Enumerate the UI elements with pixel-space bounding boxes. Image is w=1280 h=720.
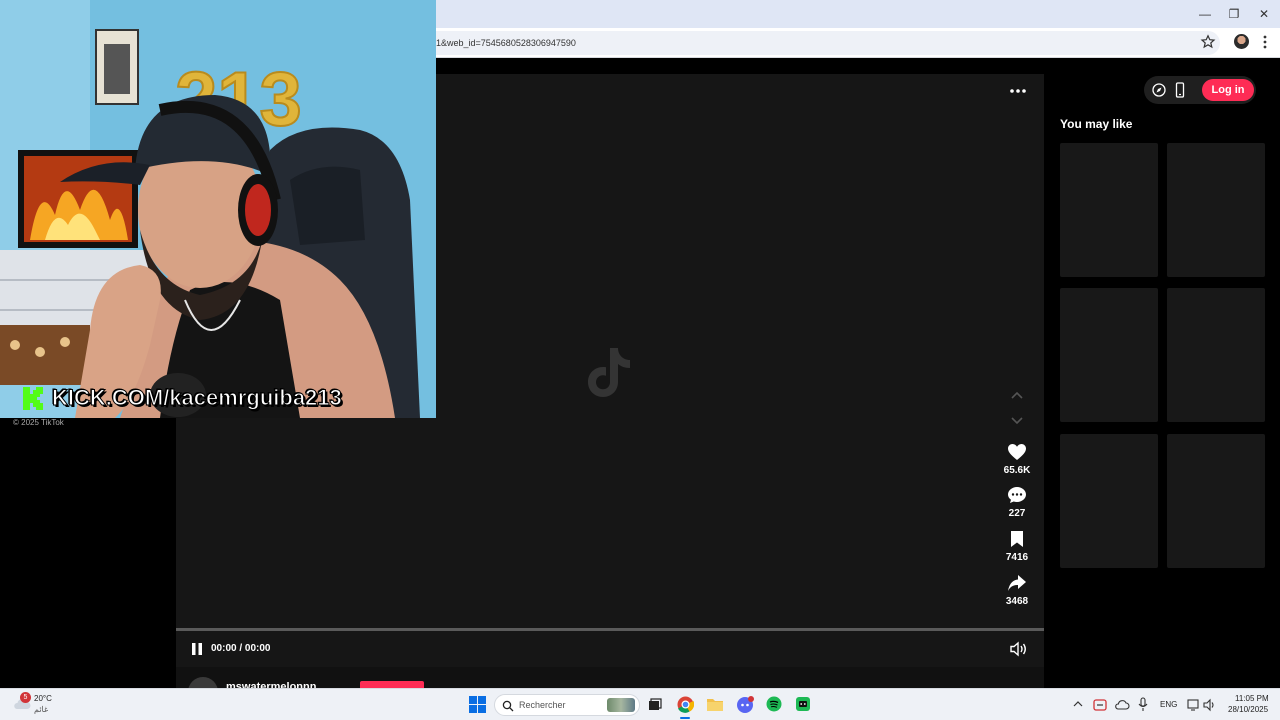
volume-icon[interactable] xyxy=(1009,641,1027,657)
bookmark-icon xyxy=(1011,531,1023,547)
author-username[interactable]: mswatermelonnn xyxy=(226,681,316,688)
recommended-video-thumb[interactable] xyxy=(1060,143,1158,277)
next-video-arrow-icon[interactable] xyxy=(1008,414,1026,428)
network-icon[interactable] xyxy=(1186,698,1200,712)
speaker-icon[interactable] xyxy=(1203,698,1217,712)
weather-temperature: 20°C xyxy=(34,694,52,703)
author-avatar[interactable] xyxy=(188,677,218,688)
recommended-video-thumb[interactable] xyxy=(1167,434,1265,568)
comment-icon xyxy=(1008,487,1026,503)
address-bar-text: 1&web_id=7545680528306947590 xyxy=(436,38,576,48)
minimize-button[interactable]: — xyxy=(1190,4,1220,24)
pause-icon[interactable] xyxy=(190,642,204,656)
video-time: 00:00 / 00:00 xyxy=(211,643,271,654)
weather-badge: 5 xyxy=(20,692,31,703)
kick-logo-icon: K xyxy=(22,386,43,410)
video-controls-bar: 00:00 / 00:00 xyxy=(176,631,1044,667)
author-row: mswatermelonnn xyxy=(176,667,1044,688)
save-action[interactable]: 7416 xyxy=(997,530,1037,563)
comment-count: 227 xyxy=(1008,508,1026,519)
comment-action[interactable]: 227 xyxy=(997,486,1037,519)
search-highlight-image xyxy=(607,698,635,712)
taskbar-search-box[interactable]: Rechercher xyxy=(494,694,640,716)
clock-time[interactable]: 11:05 PM xyxy=(1235,694,1269,703)
show-hidden-icons-chevron[interactable] xyxy=(1073,700,1083,708)
previous-video-arrow-icon[interactable] xyxy=(1008,388,1026,402)
streamer-webcam-overlay: 213 K KICK.COM/kacemrguiba213 xyxy=(0,0,436,418)
restore-button[interactable]: ❐ xyxy=(1219,4,1249,24)
close-button[interactable]: ✕ xyxy=(1249,4,1279,24)
more-options-icon[interactable] xyxy=(1008,84,1028,98)
microphone-icon[interactable] xyxy=(1137,697,1149,712)
search-placeholder: Rechercher xyxy=(519,700,566,710)
profile-avatar[interactable] xyxy=(1234,34,1249,49)
spotify-icon[interactable] xyxy=(766,696,782,712)
browser-menu-icon[interactable] xyxy=(1258,33,1272,51)
recommended-video-thumb[interactable] xyxy=(1167,288,1265,422)
follow-button[interactable] xyxy=(360,681,424,688)
share-arrow-icon xyxy=(1008,575,1026,591)
language-indicator[interactable]: ENG xyxy=(1160,700,1177,709)
windows-taskbar: 5 20°C غائم Rechercher ENG 11:05 PM 28/1… xyxy=(0,688,1280,720)
recommended-video-thumb[interactable] xyxy=(1060,434,1158,568)
address-bar[interactable]: 1&web_id=7545680528306947590 xyxy=(300,31,1220,55)
copyright-text: © 2025 TikTok xyxy=(13,418,64,427)
chrome-active-indicator xyxy=(680,717,690,719)
like-action[interactable]: 65.6K xyxy=(997,443,1037,476)
login-button[interactable]: Log in xyxy=(1202,79,1254,101)
search-icon xyxy=(502,700,514,712)
like-count: 65.6K xyxy=(1003,465,1031,476)
file-explorer-icon[interactable] xyxy=(706,697,724,712)
heart-icon xyxy=(1008,444,1026,460)
task-view-icon[interactable] xyxy=(648,698,662,712)
tray-app-icon[interactable] xyxy=(1093,698,1107,712)
clock-date[interactable]: 28/10/2025 xyxy=(1228,705,1268,714)
save-count: 7416 xyxy=(1005,552,1029,563)
share-count: 3468 xyxy=(1005,596,1029,607)
discord-icon[interactable] xyxy=(736,696,754,713)
bookmark-star-icon[interactable] xyxy=(1200,34,1216,50)
mobile-app-icon[interactable] xyxy=(1173,82,1187,98)
webcam-feed-image: 213 xyxy=(0,0,436,418)
screen: — ❐ ✕ 1&web_id=7545680528306947590 65.6K xyxy=(0,0,1280,720)
recommended-video-thumb[interactable] xyxy=(1060,288,1158,422)
tiktok-logo-icon xyxy=(588,348,630,397)
app-robot-icon[interactable] xyxy=(795,696,811,712)
kick-channel-url: KICK.COM/kacemrguiba213 xyxy=(52,385,343,411)
share-action[interactable]: 3468 xyxy=(997,574,1037,607)
recommended-video-thumb[interactable] xyxy=(1167,143,1265,277)
weather-condition: غائم xyxy=(34,705,49,714)
windows-start-icon[interactable] xyxy=(469,696,486,713)
kick-badge-letter: K xyxy=(22,386,23,387)
explore-compass-icon[interactable] xyxy=(1151,82,1167,98)
chrome-icon[interactable] xyxy=(677,696,694,713)
onedrive-cloud-icon[interactable] xyxy=(1114,698,1130,712)
recommendations-title: You may like xyxy=(1060,117,1133,131)
